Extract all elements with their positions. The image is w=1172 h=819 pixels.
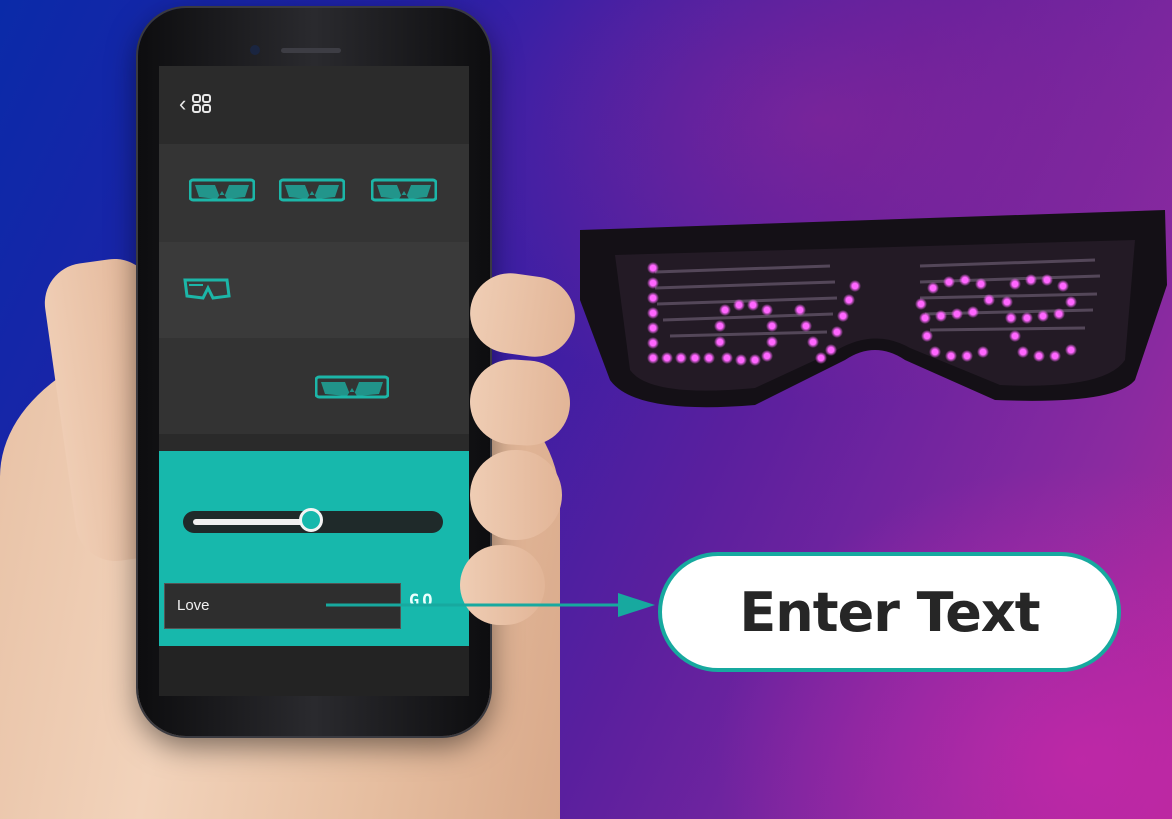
enter-text-callout: Enter Text xyxy=(658,552,1121,672)
callout-arrow xyxy=(326,593,655,617)
callout-label: Enter Text xyxy=(739,580,1040,644)
